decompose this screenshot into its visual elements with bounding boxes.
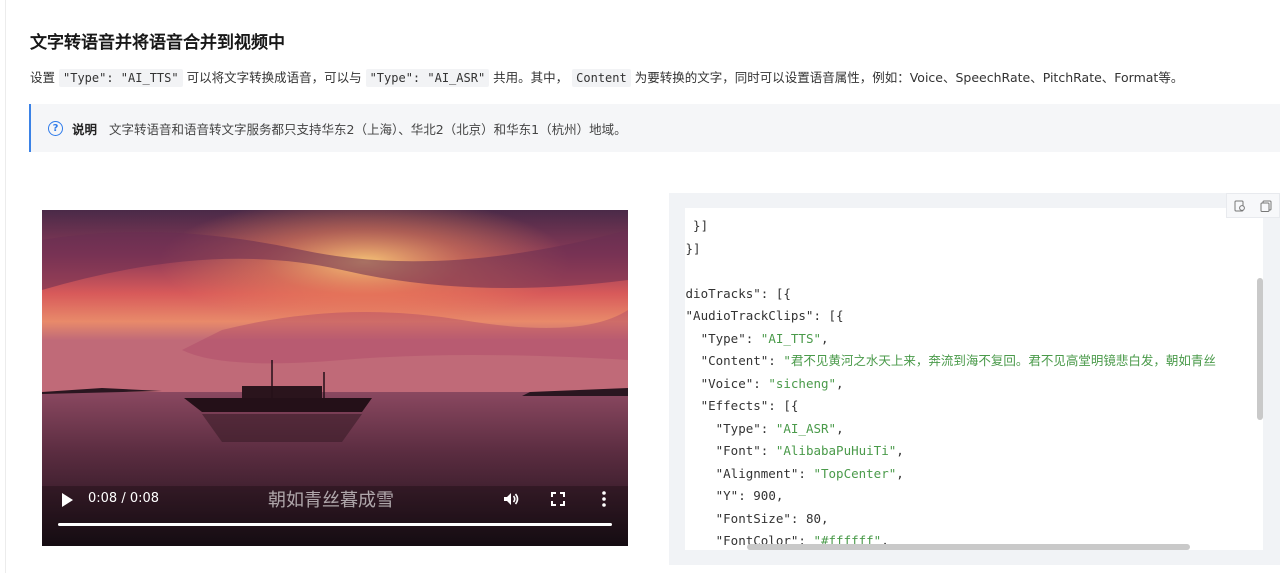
- code-line: ,: [685, 260, 1216, 283]
- code-token: ,: [775, 488, 784, 503]
- question-circle-icon: ?: [48, 120, 63, 136]
- video-progress-bar[interactable]: [58, 523, 612, 526]
- code-token: }]: [693, 218, 709, 233]
- code-line: "Voice": "sicheng",: [685, 373, 1216, 396]
- code-token: "Type":: [685, 420, 776, 436]
- code-line: }]: [685, 238, 1216, 261]
- inline-code-ai-asr: "Type": "AI_ASR": [365, 69, 490, 87]
- page-title: 文字转语音并将语音合并到视频中: [30, 33, 285, 53]
- code-token: 900: [753, 488, 776, 503]
- code-line: }]: [685, 215, 1216, 238]
- video-player[interactable]: 0:08 / 0:08 朝如青丝暮成雪: [42, 210, 628, 546]
- code-string-token: "AI_TTS": [760, 330, 822, 346]
- inline-code-content: Content: [572, 69, 631, 87]
- code-token: udioTracks": [{: [685, 285, 791, 301]
- code-token: ,: [836, 375, 844, 391]
- code-token: ,: [821, 510, 829, 526]
- play-icon[interactable]: [60, 492, 74, 508]
- code-token: ,: [896, 465, 904, 481]
- inline-code-ai-tts: "Type": "AI_TTS": [59, 69, 183, 87]
- code-line: "Type": "AI_ASR",: [685, 418, 1216, 441]
- more-options-icon[interactable]: [602, 491, 606, 507]
- intro-text-1: 设置: [30, 70, 56, 85]
- code-line: "FontSize": 80,: [685, 508, 1216, 531]
- video-subtitle: 朝如青丝暮成雪: [268, 490, 394, 511]
- code-line: "Alignment": "TopCenter",: [685, 463, 1216, 486]
- code-horizontal-scrollbar[interactable]: [747, 544, 1190, 550]
- code-string-token: "君不见黄河之水天上来，奔流到海不复回。君不见高堂明镜悲白发，朝如青丝: [783, 353, 1216, 368]
- code-token: "AudioTrackClips": [{: [685, 308, 844, 323]
- code-line: udioTracks": [{: [685, 283, 1216, 306]
- code-line: "Font": "AlibabaPuHuiTi",: [685, 440, 1216, 463]
- code-token: "Voice":: [685, 375, 769, 391]
- video-time: 0:08 / 0:08: [88, 491, 160, 506]
- code-token: "Y":: [685, 488, 754, 503]
- code-line: "Effects": [{: [685, 395, 1216, 418]
- code-string-token: "TopCenter": [813, 465, 897, 481]
- code-token: 80: [805, 510, 821, 526]
- code-token: "Content":: [685, 353, 784, 368]
- code-token: "FontSize":: [685, 510, 806, 526]
- intro-text-3: 共用。其中，: [493, 70, 569, 85]
- fullscreen-icon[interactable]: [551, 492, 565, 506]
- intro-text-2: 可以将文字转换成语音，可以与: [186, 70, 362, 85]
- copy-code-icon[interactable]: [1234, 200, 1246, 212]
- code-token: "Alignment":: [685, 465, 814, 481]
- code-lines: }] }], udioTracks": [{ "AudioTrackClips":…: [685, 215, 1216, 550]
- copy-icon[interactable]: [1260, 200, 1272, 212]
- code-string-token: "AlibabaPuHuiTi": [775, 443, 897, 458]
- code-block: }] }], udioTracks": [{ "AudioTrackClips":…: [685, 208, 1263, 550]
- code-token: ,: [896, 443, 904, 458]
- code-string-token: "sicheng": [768, 375, 837, 391]
- code-line: "Type": "AI_TTS",: [685, 328, 1216, 351]
- note-label: 说明: [72, 121, 98, 137]
- code-line: "Content": "君不见黄河之水天上来，奔流到海不复回。君不见高堂明镜悲白…: [685, 350, 1216, 373]
- code-token: "Effects": [{: [685, 398, 799, 413]
- code-vertical-scrollbar[interactable]: [1257, 278, 1263, 420]
- code-line: "Y": 900,: [685, 485, 1216, 508]
- code-token: "Type":: [685, 330, 761, 346]
- volume-icon[interactable]: [502, 490, 520, 508]
- code-token: "Font":: [685, 443, 776, 458]
- code-token: }]: [685, 240, 701, 256]
- code-token: ,: [836, 420, 844, 436]
- code-toolbar: [1226, 193, 1280, 218]
- code-line: "AudioTrackClips": [{: [685, 305, 1216, 328]
- intro-paragraph: 设置 "Type": "AI_TTS" 可以将文字转换成语音，可以与 "Type…: [30, 68, 1183, 88]
- page-left-border: [5, 0, 6, 573]
- note-box: ? 说明 文字转语音和语音转文字服务都只支持华东2（上海）、华北2（北京）和华东…: [29, 104, 1280, 152]
- code-token: ,: [685, 263, 686, 278]
- intro-text-4: 为要转换的文字，同时可以设置语音属性，例如：Voice、SpeechRate、P…: [634, 70, 1184, 85]
- code-string-token: "AI_ASR": [775, 420, 837, 436]
- note-text: 文字转语音和语音转文字服务都只支持华东2（上海）、华北2（北京）和华东1（杭州）…: [109, 121, 627, 137]
- code-token: ,: [821, 330, 829, 346]
